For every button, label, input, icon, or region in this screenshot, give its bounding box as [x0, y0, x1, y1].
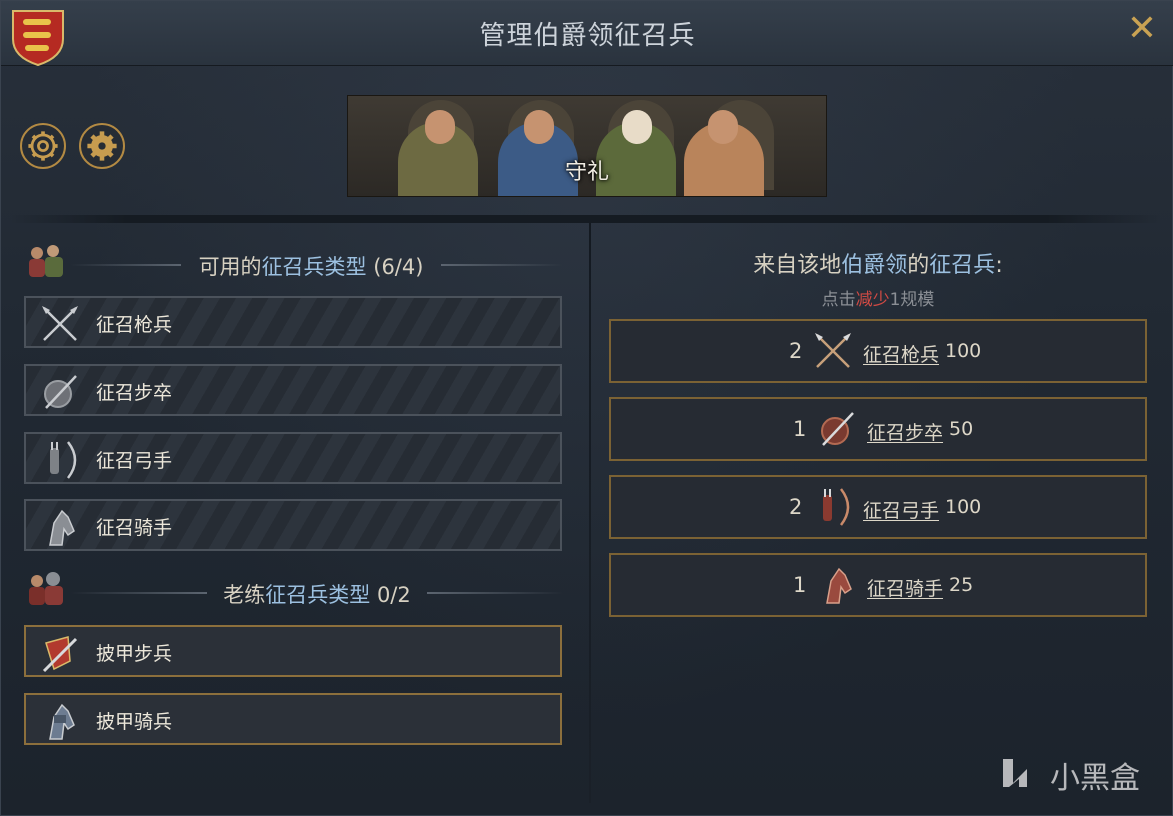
character-head — [524, 110, 554, 144]
watermark-logo-icon — [1003, 759, 1027, 787]
horse-head-red-icon — [826, 567, 852, 604]
hint-prefix: 点击 — [821, 290, 856, 310]
levy-label: 征召枪兵 — [96, 314, 173, 336]
crossed-polearms-icon — [42, 306, 78, 341]
header-rule — [427, 592, 563, 594]
available-count: (6/4) — [373, 255, 424, 279]
levy-stack-button[interactable]: 2 征召枪兵 100 — [609, 319, 1147, 383]
header-middle: 的 — [907, 253, 930, 278]
levy-stack-button[interactable]: 2 征召弓手 100 — [609, 475, 1147, 539]
levy-label: 征召步卒 — [96, 382, 173, 404]
levy-label: 征召弓手 — [96, 450, 173, 472]
county-link[interactable]: 伯爵领 — [841, 253, 907, 278]
armored-horse-icon — [49, 703, 75, 740]
header-rule — [71, 264, 181, 266]
header-prefix: 可用的 — [198, 255, 262, 279]
shield-spear-red-icon — [821, 412, 854, 446]
levy-count: 2 — [789, 495, 803, 519]
levy-name-link[interactable]: 征召弓手 — [863, 496, 939, 523]
character-head — [708, 110, 738, 144]
banner-label: 守礼 — [564, 160, 609, 185]
shield-spear-icon — [44, 375, 77, 409]
header-rule — [71, 592, 207, 594]
levy-management-window: 管理伯爵领征召兵 ✕ 守礼 可用的征召兵类型 (6/4) 征召枪兵 征召步卒 征… — [0, 0, 1173, 816]
levy-count: 1 — [793, 417, 807, 441]
veteran-count: 0/2 — [376, 583, 411, 607]
levy-size: 100 — [945, 496, 982, 518]
levy-link[interactable]: 征召兵 — [929, 253, 995, 278]
watermark-text: 小黑盒 — [1050, 761, 1140, 796]
levy-size: 100 — [945, 340, 982, 362]
levy-type-link[interactable]: 征召兵类型 — [265, 583, 370, 607]
hint-suffix: 1规模 — [889, 290, 935, 310]
column-separator — [589, 223, 591, 803]
available-levy-row[interactable]: 征召步卒 — [24, 364, 562, 416]
levy-label: 披甲步兵 — [96, 643, 173, 665]
levy-label: 征召骑手 — [96, 517, 173, 539]
levy-stack-button[interactable]: 1 征召步卒 50 — [609, 397, 1147, 461]
section-divider — [11, 215, 1161, 223]
character-head — [622, 110, 652, 144]
header-prefix: 老练 — [223, 583, 266, 607]
hint-reduce: 减少 — [855, 290, 890, 310]
close-button[interactable]: ✕ — [1124, 11, 1160, 47]
levy-name-link[interactable]: 征召骑手 — [867, 574, 943, 601]
veteran-levy-row[interactable]: 披甲步兵 — [24, 625, 562, 677]
levy-soldiers-icon — [29, 245, 63, 277]
settings-filled-icon[interactable] — [79, 123, 125, 169]
veteran-soldiers-icon — [29, 572, 63, 605]
settings-outline-icon[interactable] — [20, 123, 66, 169]
window-title: 管理伯爵领征召兵 — [479, 21, 696, 51]
bow-quiver-icon — [50, 441, 77, 479]
veteran-levy-header: 老练征召兵类型 0/2 — [207, 579, 427, 609]
horse-head-icon — [49, 509, 75, 546]
levy-count: 2 — [789, 339, 803, 363]
levy-type-link[interactable]: 征召兵类型 — [262, 255, 367, 279]
levy-name-link[interactable]: 征召枪兵 — [863, 340, 939, 367]
header-rule — [441, 264, 563, 266]
levy-size: 50 — [949, 418, 974, 440]
veteran-levy-row[interactable]: 披甲骑兵 — [24, 693, 562, 745]
character-head — [425, 110, 455, 144]
title-bar: 管理伯爵领征召兵 ✕ — [1, 1, 1173, 67]
header-prefix: 来自该地 — [753, 253, 842, 278]
bow-quiver-red-icon — [823, 488, 850, 526]
levy-name-link[interactable]: 征召步卒 — [867, 418, 943, 445]
levy-label: 披甲骑兵 — [96, 711, 173, 733]
levy-stack-button[interactable]: 1 征召骑手 25 — [609, 553, 1147, 617]
levy-law-banner[interactable]: 守礼 — [347, 95, 827, 197]
levy-size: 25 — [949, 574, 974, 596]
available-levy-row[interactable]: 征召骑手 — [24, 499, 562, 551]
levy-count: 1 — [793, 573, 807, 597]
sword-shield-icon — [42, 636, 78, 673]
hint-text: 点击减少1规模 — [609, 285, 1147, 310]
header-suffix: : — [995, 253, 1003, 278]
available-levy-row[interactable]: 征召枪兵 — [24, 296, 562, 348]
crossed-polearms-red-icon — [815, 333, 851, 368]
available-levy-header: 可用的征召兵类型 (6/4) — [181, 251, 441, 281]
available-levy-row[interactable]: 征召弓手 — [24, 432, 562, 484]
county-levy-header: 来自该地伯爵领的征召兵: — [609, 247, 1147, 279]
